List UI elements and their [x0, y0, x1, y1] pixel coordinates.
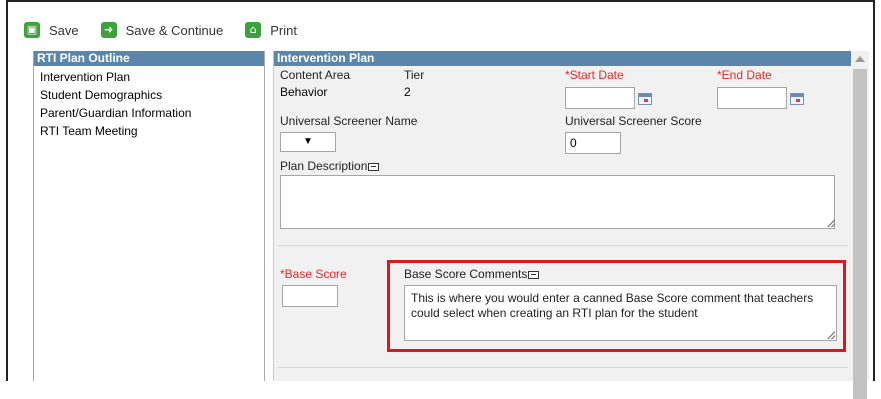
base-score-input[interactable]: [282, 285, 338, 307]
divider: [278, 245, 848, 246]
content-area-value: Behavior: [280, 85, 328, 99]
calendar-icon[interactable]: [638, 93, 652, 105]
plan-description-label-text: Plan Description: [280, 159, 368, 173]
outline-item-parent-guardian[interactable]: Parent/Guardian Information: [40, 104, 264, 122]
toolbar: ▣ Save ➜ Save & Continue ⌂ Print: [24, 18, 319, 42]
base-score-label: *Base Score: [280, 267, 347, 281]
tier-label: Tier: [404, 68, 425, 82]
screener-score-input[interactable]: 0: [565, 132, 621, 154]
outline-header: RTI Plan Outline: [34, 51, 264, 66]
screener-name-select[interactable]: ▼: [280, 132, 336, 152]
rti-plan-outline: RTI Plan Outline Intervention Plan Stude…: [33, 51, 265, 381]
print-button[interactable]: ⌂ Print: [245, 22, 297, 38]
save-continue-button[interactable]: ➜ Save & Continue: [100, 22, 224, 38]
plan-description-label: Plan Description: [280, 159, 380, 173]
print-icon: ⌂: [245, 22, 262, 38]
resize-grip-icon[interactable]: [827, 219, 835, 227]
plan-description-textarea[interactable]: [280, 175, 835, 229]
plan-header: Intervention Plan: [274, 51, 852, 66]
outline-item-intervention-plan[interactable]: Intervention Plan: [40, 68, 264, 86]
save-continue-button-label: Save & Continue: [125, 22, 224, 38]
save-button[interactable]: ▣ Save: [24, 22, 79, 38]
screener-name-label: Universal Screener Name: [280, 114, 418, 128]
calendar-icon[interactable]: [790, 93, 804, 105]
screener-score-label: Universal Screener Score: [565, 114, 702, 128]
outline-list: Intervention Plan Student Demographics P…: [34, 66, 264, 140]
print-button-label: Print: [270, 22, 297, 38]
outline-item-rti-team-meeting[interactable]: RTI Team Meeting: [40, 122, 264, 140]
scroll-up-icon[interactable]: [855, 56, 865, 62]
save-icon: ▣: [24, 22, 40, 38]
dropdown-arrow-icon: ▼: [303, 136, 313, 147]
vertical-scrollbar[interactable]: [851, 51, 869, 399]
outline-item-student-demographics[interactable]: Student Demographics: [40, 86, 264, 104]
arrow-right-icon: ➜: [100, 22, 117, 38]
start-date-input[interactable]: [565, 87, 635, 109]
content-area-label: Content Area: [280, 68, 351, 82]
end-date-input[interactable]: [717, 87, 787, 109]
end-date-label: *End Date: [717, 68, 772, 82]
note-icon[interactable]: [368, 162, 380, 171]
scroll-thumb[interactable]: [853, 69, 867, 399]
tier-value: 2: [404, 85, 411, 99]
highlight-box: [387, 260, 846, 352]
save-button-label: Save: [49, 22, 79, 38]
divider: [278, 367, 848, 368]
start-date-label: *Start Date: [565, 68, 624, 82]
